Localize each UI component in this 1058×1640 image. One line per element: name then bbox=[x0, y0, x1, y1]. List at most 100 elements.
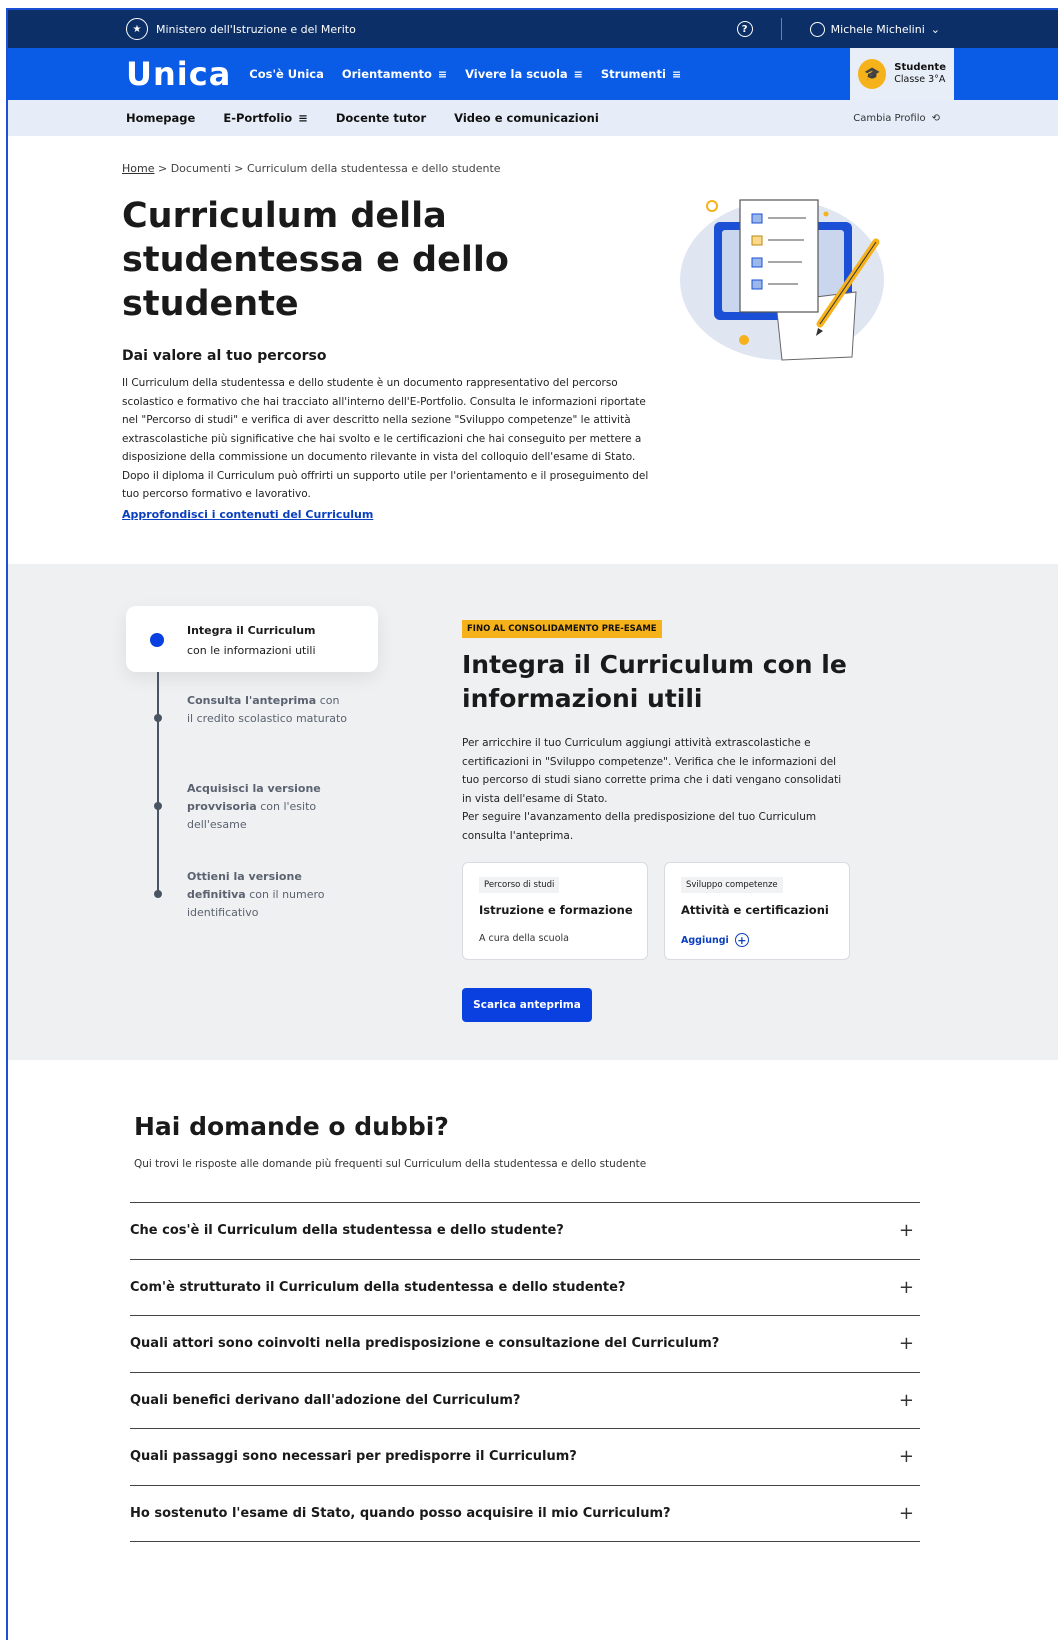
subnav-video[interactable]: Video e comunicazioni bbox=[454, 111, 599, 125]
nav-label: Strumenti bbox=[600, 67, 666, 81]
breadcrumb-documenti[interactable]: Documenti bbox=[171, 162, 231, 175]
step-rest: con le informazioni utili bbox=[187, 644, 316, 657]
ministry-bar: ★ Ministero dell'Istruzione e del Merito… bbox=[8, 10, 1058, 48]
faq-accordion: Che cos'è il Curriculum della studentess… bbox=[130, 1202, 920, 1542]
breadcrumb-separator: > bbox=[234, 162, 244, 175]
profile-info: Studente Classe 3°A bbox=[894, 61, 946, 86]
hero-subtitle: Dai valore al tuo percorso bbox=[122, 348, 327, 364]
faq-item[interactable]: Che cos'è il Curriculum della studentess… bbox=[130, 1203, 920, 1260]
step-description: Per arricchire il tuo Curriculum aggiung… bbox=[462, 734, 852, 845]
faq-item[interactable]: Quali benefici derivano dall'adozione de… bbox=[130, 1373, 920, 1429]
faq-item[interactable]: Ho sostenuto l'esame di Stato, quando po… bbox=[130, 1486, 920, 1542]
profile-switcher[interactable]: 🎓 Studente Classe 3°A bbox=[850, 48, 954, 100]
deadline-badge: FINO AL CONSOLIDAMENTO PRE-ESAME bbox=[462, 620, 662, 638]
nav-strumenti[interactable]: Strumenti ≡ bbox=[601, 67, 681, 81]
card-percorso-studi[interactable]: Percorso di studi Istruzione e formazion… bbox=[462, 862, 648, 960]
nav-vivere-la-scuola[interactable]: Vivere la scuola ≡ bbox=[465, 67, 583, 81]
step-definitiva[interactable]: Ottieni la versione definitiva con il nu… bbox=[187, 868, 347, 922]
step-dot bbox=[154, 802, 162, 810]
step-heading: Integra il Curriculum con le informazion… bbox=[462, 650, 847, 713]
menu-icon: ≡ bbox=[437, 67, 448, 81]
step-integra-active[interactable]: Integra il Curriculum con le informazion… bbox=[126, 606, 378, 672]
faq-title: Hai domande o dubbi? bbox=[134, 1112, 449, 1141]
step-dot bbox=[154, 890, 162, 898]
plus-icon: + bbox=[898, 1389, 914, 1411]
menu-icon: ≡ bbox=[573, 67, 583, 81]
plus-icon: + bbox=[898, 1502, 914, 1524]
faq-subtitle: Qui trovi le risposte alle domande più f… bbox=[134, 1158, 647, 1170]
faq-question: Quali attori sono coinvolti nella predis… bbox=[130, 1336, 720, 1352]
chevron-down-icon: ⌄ bbox=[930, 22, 940, 36]
breadcrumb-separator: > bbox=[157, 162, 168, 175]
hero-description: Il Curriculum della studentessa e dello … bbox=[122, 377, 649, 500]
nav-orientamento[interactable]: Orientamento ≡ bbox=[342, 67, 447, 81]
subnav-homepage[interactable]: Homepage bbox=[126, 111, 195, 125]
plus-icon: + bbox=[898, 1333, 914, 1355]
faq-item[interactable]: Quali attori sono coinvolti nella predis… bbox=[130, 1316, 920, 1373]
user-name: Michele Michelini bbox=[830, 22, 925, 36]
switch-icon: ⟲ bbox=[931, 112, 940, 124]
curriculum-illustration bbox=[680, 199, 884, 361]
learn-more-link[interactable]: Approfondisci i contenuti del Curriculum bbox=[122, 508, 373, 521]
faq-question: Che cos'è il Curriculum della studentess… bbox=[130, 1223, 564, 1239]
sub-nav: Homepage E-Portfolio ≡ Docente tutor Vide… bbox=[8, 100, 1058, 136]
subnav-label: E-Portfolio bbox=[223, 111, 293, 125]
profile-role: Studente bbox=[894, 62, 946, 74]
card-tag: Percorso di studi bbox=[479, 877, 560, 893]
nav-label: Orientamento bbox=[341, 67, 432, 81]
faq-question: Quali benefici derivano dall'adozione de… bbox=[130, 1392, 521, 1408]
help-icon[interactable]: ? bbox=[736, 21, 753, 37]
curriculum-steps-section: Integra il Curriculum con le informazion… bbox=[8, 564, 1058, 1060]
step-anteprima[interactable]: Consulta l'anteprima con il credito scol… bbox=[187, 692, 347, 728]
download-preview-button[interactable]: Scarica anteprima bbox=[462, 988, 592, 1022]
ministry-emblem-icon: ★ bbox=[126, 18, 148, 40]
plus-circle-icon: + bbox=[734, 933, 749, 947]
plus-icon: + bbox=[898, 1220, 914, 1242]
card-tag: Sviluppo competenze bbox=[681, 877, 783, 893]
breadcrumb: Home > Documenti > Curriculum della stud… bbox=[122, 162, 501, 175]
step-title: Integra il Curriculum bbox=[187, 624, 316, 637]
user-menu[interactable]: Michele Michelini ⌄ bbox=[809, 21, 940, 37]
subnav-eportfolio[interactable]: E-Portfolio ≡ bbox=[223, 111, 307, 125]
main-nav: Unica Cos'è Unica Orientamento ≡ Vivere l… bbox=[8, 48, 1058, 100]
divider bbox=[780, 18, 782, 40]
card-title: Attività e certificazioni bbox=[681, 903, 829, 917]
graduation-cap-icon: 🎓 bbox=[858, 59, 887, 89]
step-title: Consulta l'anteprima bbox=[187, 694, 317, 707]
menu-icon: ≡ bbox=[671, 67, 682, 81]
card-footer: A cura della scuola bbox=[479, 933, 569, 944]
faq-question: Com'è strutturato il Curriculum della st… bbox=[130, 1279, 626, 1295]
menu-icon: ≡ bbox=[298, 111, 308, 125]
step-label: Integra il Curriculum con le informazion… bbox=[187, 621, 316, 661]
add-label: Aggiungi bbox=[681, 934, 729, 946]
subnav-docente-tutor[interactable]: Docente tutor bbox=[336, 111, 426, 125]
page-frame: ★ Ministero dell'Istruzione e del Merito… bbox=[6, 8, 1058, 1640]
change-profile-label: Cambia Profilo bbox=[853, 112, 926, 124]
faq-item[interactable]: Com'è strutturato il Curriculum della st… bbox=[130, 1260, 920, 1316]
page-title: Curriculum della studentessa e dello stu… bbox=[122, 196, 509, 324]
step-paragraph: Per seguire l'avanzamento della predispo… bbox=[462, 811, 817, 842]
plus-icon: + bbox=[898, 1276, 914, 1298]
change-profile-button[interactable]: Cambia Profilo ⟲ bbox=[853, 113, 940, 124]
step-paragraph: Per arricchire il tuo Curriculum aggiung… bbox=[462, 737, 842, 805]
faq-item[interactable]: Quali passaggi sono necessari per predis… bbox=[130, 1429, 920, 1486]
faq-question: Quali passaggi sono necessari per predis… bbox=[130, 1449, 577, 1465]
user-icon bbox=[809, 21, 825, 37]
plus-icon: + bbox=[898, 1446, 914, 1468]
faq-question: Ho sostenuto l'esame di Stato, quando po… bbox=[130, 1505, 671, 1521]
unica-logo[interactable]: Unica bbox=[126, 55, 231, 93]
card-title: Istruzione e formazione bbox=[479, 903, 633, 917]
breadcrumb-current: Curriculum della studentessa e dello stu… bbox=[246, 162, 501, 175]
profile-class: Classe 3°A bbox=[894, 74, 946, 86]
card-footer-text: A cura della scuola bbox=[479, 933, 569, 944]
step-provvisoria[interactable]: Acquisisci la versione provvisoria con l… bbox=[187, 780, 347, 834]
active-step-dot bbox=[150, 633, 164, 647]
nav-label: Cos'è Unica bbox=[249, 67, 324, 81]
ministry-name[interactable]: Ministero dell'Istruzione e del Merito bbox=[156, 23, 356, 36]
steps-timeline bbox=[157, 672, 159, 894]
nav-cos-e-unica[interactable]: Cos'è Unica bbox=[249, 67, 324, 81]
step-dot bbox=[154, 714, 162, 722]
add-button[interactable]: Aggiungi + bbox=[681, 933, 749, 947]
breadcrumb-home[interactable]: Home bbox=[122, 162, 154, 175]
card-sviluppo-competenze[interactable]: Sviluppo competenze Attività e certifica… bbox=[664, 862, 850, 960]
